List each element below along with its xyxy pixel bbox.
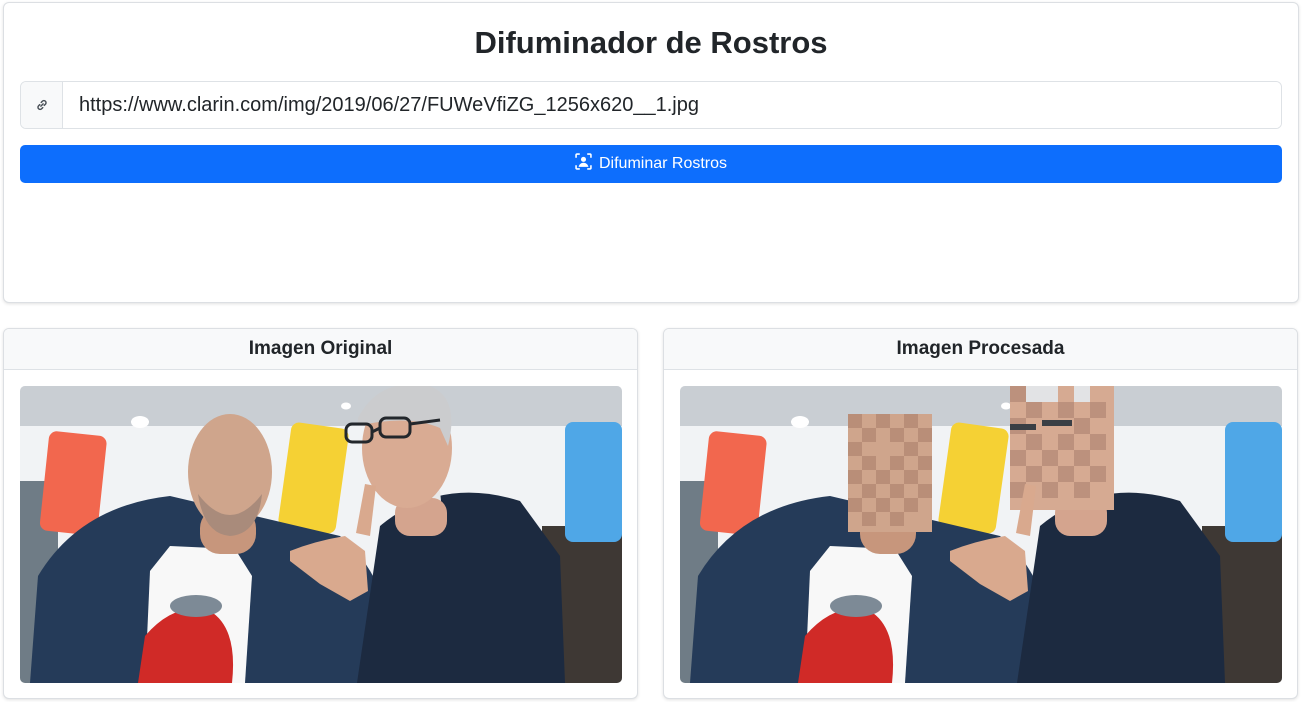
main-form-card: Difuminador de Rostros https://www.clari… (3, 2, 1299, 303)
face-scan-icon (575, 153, 592, 175)
link-icon (21, 82, 63, 128)
original-image-header: Imagen Original (4, 329, 637, 370)
blur-faces-button[interactable]: Difuminar Rostros (20, 145, 1282, 183)
original-image (20, 386, 622, 683)
processed-image-card: Imagen Procesada (663, 328, 1298, 699)
original-image-card: Imagen Original (3, 328, 638, 699)
blur-faces-button-label: Difuminar Rostros (598, 155, 728, 172)
url-input-group (20, 81, 1282, 129)
url-input[interactable] (63, 82, 1281, 128)
processed-image-header: Imagen Procesada (664, 329, 1297, 370)
page-title: Difuminador de Rostros (474, 25, 828, 60)
processed-image (680, 386, 1282, 683)
